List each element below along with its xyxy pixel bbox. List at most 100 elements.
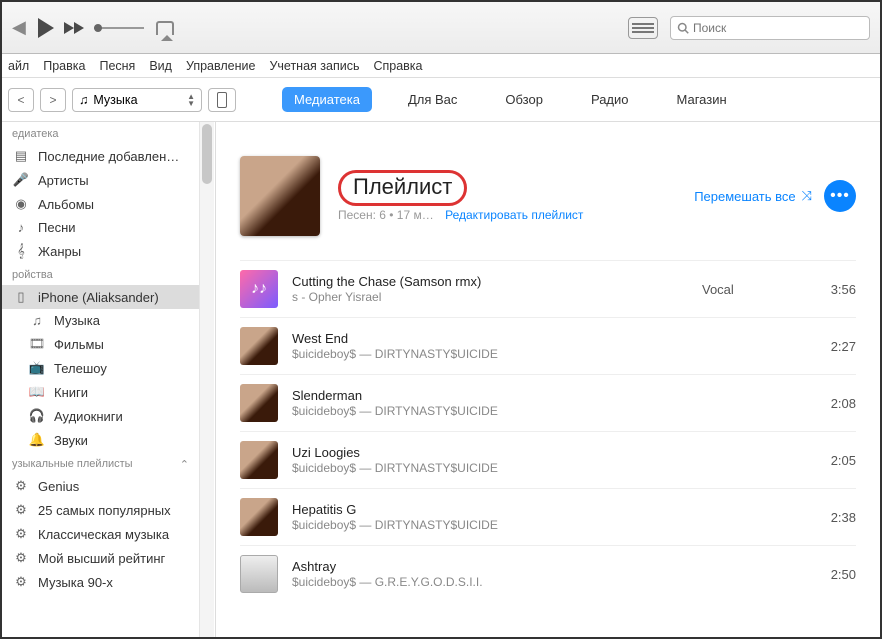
sidebar-item-label: Звуки <box>54 433 88 448</box>
sidebar-item-label: iPhone (Aliaksander) <box>38 290 159 305</box>
track-artwork <box>240 555 278 593</box>
sidebar-item-label: Артисты <box>38 173 89 188</box>
tab-foryou[interactable]: Для Вас <box>396 87 469 112</box>
tab-library[interactable]: Медиатека <box>282 87 372 112</box>
track-title: Cutting the Chase (Samson rmx) <box>292 274 688 289</box>
tab-browse[interactable]: Обзор <box>493 87 555 112</box>
track-title: Ashtray <box>292 559 688 574</box>
sidebar-item[interactable]: 🎤Артисты <box>2 168 199 192</box>
track-duration: 2:38 <box>806 510 856 525</box>
phone-icon <box>217 92 227 108</box>
sidebar-item[interactable]: 📖Книги <box>2 380 199 404</box>
chevron-updown-icon: ▲▼ <box>187 93 195 107</box>
sidebar-item[interactable]: ⚙Музыка 90-х <box>2 570 199 594</box>
track-row[interactable]: West End$uicideboy$ — DIRTYNASTY$UICIDE2… <box>240 317 856 374</box>
sidebar-item-label: Мой высший рейтинг <box>38 551 165 566</box>
shuffle-icon: ⤨ <box>802 188 812 204</box>
sidebar-item-label: Фильмы <box>54 337 104 352</box>
genre-icon: 𝄞 <box>12 243 30 259</box>
menu-edit[interactable]: Правка <box>43 59 85 73</box>
list-view-icon[interactable] <box>628 17 658 39</box>
play-icon[interactable] <box>38 18 54 38</box>
sidebar-item[interactable]: 𝄞 Жанры <box>2 239 199 263</box>
sidebar-section-header: ройства <box>2 263 199 285</box>
track-column: Vocal <box>702 282 792 297</box>
film-icon: 🎞 <box>28 336 46 352</box>
sidebar-item-label: Альбомы <box>38 197 94 212</box>
sidebar-item[interactable]: ◉Альбомы <box>2 192 199 216</box>
sidebar-item[interactable]: ⚙Genius <box>2 474 199 498</box>
nav-tabs: Медиатека Для Вас Обзор Радио Магазин <box>282 87 739 112</box>
playlist-artwork[interactable] <box>240 156 320 236</box>
menu-view[interactable]: Вид <box>149 59 172 73</box>
track-artwork <box>240 384 278 422</box>
menu-controls[interactable]: Управление <box>186 59 256 73</box>
device-button[interactable] <box>208 88 236 112</box>
music-icon: ♫ <box>28 313 46 328</box>
track-row[interactable]: Ashtray$uicideboy$ — G.R.E.Y.G.O.D.S.I.I… <box>240 545 856 602</box>
track-subtitle: $uicideboy$ — DIRTYNASTY$UICIDE <box>292 404 688 418</box>
chevron-up-icon[interactable]: ⌃ <box>180 458 189 471</box>
sidebar-item[interactable]: ♫Музыка <box>2 309 199 332</box>
volume-slider[interactable] <box>94 27 144 29</box>
sidebar: едиатека▤Последние добавлен…🎤Артисты◉Аль… <box>2 122 216 637</box>
track-artwork <box>240 441 278 479</box>
sidebar-item[interactable]: ♪Песни <box>2 216 199 239</box>
sidebar-item[interactable]: 🎞 Фильмы <box>2 332 199 356</box>
sidebar-scrollbar[interactable] <box>199 122 214 637</box>
airplay-icon[interactable] <box>156 21 174 35</box>
playlist-meta: Песен: 6 • 17 м… Редактировать плейлист <box>338 208 583 222</box>
more-button[interactable]: ••• <box>824 180 856 212</box>
track-title: Slenderman <box>292 388 688 403</box>
media-type-select[interactable]: ♫ Музыка ▲▼ <box>72 88 202 112</box>
sidebar-item[interactable]: 🎧Аудиокниги <box>2 404 199 428</box>
sidebar-item-label: Жанры <box>38 244 81 259</box>
history-fwd-button[interactable]: > <box>40 88 66 112</box>
content: Плейлист Песен: 6 • 17 м… Редактировать … <box>216 122 880 637</box>
track-row[interactable]: Uzi Loogies$uicideboy$ — DIRTYNASTY$UICI… <box>240 431 856 488</box>
gear-icon: ⚙ <box>12 478 30 494</box>
playlist-title[interactable]: Плейлист <box>338 170 467 206</box>
track-row[interactable]: ♪♪Cutting the Chase (Samson rmx)s - Ophe… <box>240 260 856 317</box>
sidebar-item[interactable]: ⚙25 самых популярных <box>2 498 199 522</box>
sidebar-item[interactable]: 📺Телешоу <box>2 356 199 380</box>
track-row[interactable]: Hepatitis G$uicideboy$ — DIRTYNASTY$UICI… <box>240 488 856 545</box>
search-box[interactable] <box>670 16 870 40</box>
tab-radio[interactable]: Радио <box>579 87 641 112</box>
gear-icon: ⚙ <box>12 574 30 590</box>
sidebar-item[interactable]: ▤Последние добавлен… <box>2 144 199 168</box>
bell-icon: 🔔 <box>28 432 46 448</box>
menu-file[interactable]: айл <box>8 59 29 73</box>
edit-playlist-link[interactable]: Редактировать плейлист <box>445 208 583 222</box>
shuffle-all-link[interactable]: Перемешать все ⤨ <box>694 188 812 204</box>
track-artwork <box>240 327 278 365</box>
tab-store[interactable]: Магазин <box>665 87 739 112</box>
track-title: West End <box>292 331 688 346</box>
search-input[interactable] <box>693 21 863 35</box>
fast-forward-icon[interactable] <box>64 22 84 34</box>
history-back-button[interactable]: < <box>8 88 34 112</box>
menu-song[interactable]: Песня <box>99 59 135 73</box>
sidebar-item[interactable]: 🔔 Звуки <box>2 428 199 452</box>
sidebar-item[interactable]: ⚙Классическая музыка <box>2 522 199 546</box>
nav-arrows: ◀ <box>12 17 26 38</box>
sidebar-item[interactable]: ⚙Мой высший рейтинг <box>2 546 199 570</box>
tracklist: ♪♪Cutting the Chase (Samson rmx)s - Ophe… <box>240 260 856 602</box>
track-title: Hepatitis G <box>292 502 688 517</box>
sidebar-item-label: Аудиокниги <box>54 409 123 424</box>
menu-account[interactable]: Учетная запись <box>269 59 359 73</box>
track-artwork <box>240 498 278 536</box>
sidebar-item-label: Последние добавлен… <box>38 149 179 164</box>
sidebar-item[interactable]: ▯iPhone (Aliaksander) <box>2 285 199 309</box>
sidebar-section-header: узыкальные плейлисты ⌃ <box>2 452 199 474</box>
track-subtitle: $uicideboy$ — DIRTYNASTY$UICIDE <box>292 461 688 475</box>
music-note-icon: ♫ <box>79 93 88 107</box>
track-duration: 2:50 <box>806 567 856 582</box>
sidebar-item-label: Телешоу <box>54 361 107 376</box>
playlist-header: Плейлист Песен: 6 • 17 м… Редактировать … <box>240 156 856 236</box>
menu-help[interactable]: Справка <box>373 59 422 73</box>
playback-controls <box>38 18 144 38</box>
track-duration: 2:27 <box>806 339 856 354</box>
nav-back-icon[interactable]: ◀ <box>12 17 26 38</box>
track-row[interactable]: Slenderman$uicideboy$ — DIRTYNASTY$UICID… <box>240 374 856 431</box>
